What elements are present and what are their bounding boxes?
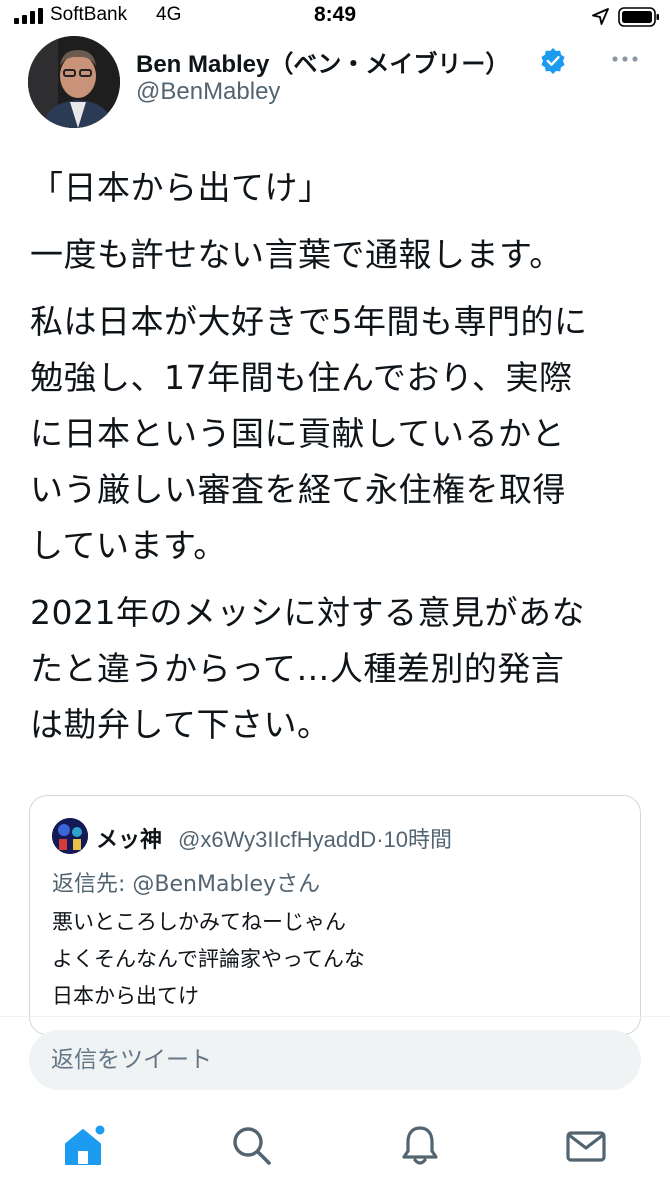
quote-line: 日本から出てけ	[52, 984, 199, 1008]
tweet-text: 「日本から出てけ」 一度も許せない言葉で通報します。 私は日本が大好きで5年間も…	[30, 160, 650, 764]
signal-icon	[14, 8, 43, 24]
messages-icon[interactable]	[564, 1124, 608, 1168]
author-name[interactable]: Ben Mabley（ベン・メイブリー）	[136, 44, 509, 79]
quote-line: よくそんなんで評論家やってんな	[52, 947, 365, 971]
bottom-navigation	[0, 1108, 670, 1192]
tweet-paragraph: 2021年のメッシに対する意見があな たと違うからって…人種差別的発言 は勘弁し…	[30, 593, 585, 744]
quote-author-avatar	[52, 818, 88, 854]
tweet-paragraph: 「日本から出てけ」	[30, 168, 332, 207]
status-bar: SoftBank 4G 8:49	[0, 0, 670, 36]
reply-input[interactable]	[29, 1030, 641, 1090]
search-icon[interactable]	[230, 1124, 274, 1168]
notifications-icon[interactable]	[398, 1124, 442, 1168]
author-avatar[interactable]	[28, 36, 120, 128]
location-arrow-icon	[592, 8, 609, 25]
quote-reply-to: 返信先: @BenMableyさん	[52, 872, 321, 897]
quote-line: 悪いところしかみてねーじゃん	[52, 910, 346, 934]
divider	[0, 1016, 670, 1017]
home-icon[interactable]	[62, 1124, 106, 1168]
network-type: 4G	[156, 4, 182, 25]
tweet-paragraph: 私は日本が大好きで5年間も専門的に 勉強し、17年間も住んでおり、実際 に日本と…	[30, 302, 588, 565]
quote-text: 悪いところしかみてねーじゃん よくそんなんで評論家やってんな 日本から出てけ	[52, 904, 612, 1015]
verified-badge-icon	[541, 48, 565, 74]
more-options-icon[interactable]	[611, 54, 639, 64]
quoted-tweet[interactable]: メッ神 @x6Wy3IIcfHyaddD·10時間 返信先: @BenMable…	[29, 795, 641, 1035]
quote-avatar-image	[52, 818, 88, 854]
battery-icon	[618, 7, 659, 27]
avatar-photo	[28, 36, 120, 128]
tweet-paragraph: 一度も許せない言葉で通報します。	[30, 235, 563, 274]
author-handle[interactable]: @BenMabley	[136, 78, 280, 106]
quote-author-name: メッ神	[96, 828, 163, 853]
carrier-name: SoftBank	[50, 4, 128, 25]
quote-author-handle-time: @x6Wy3IIcfHyaddD·10時間	[178, 827, 452, 852]
